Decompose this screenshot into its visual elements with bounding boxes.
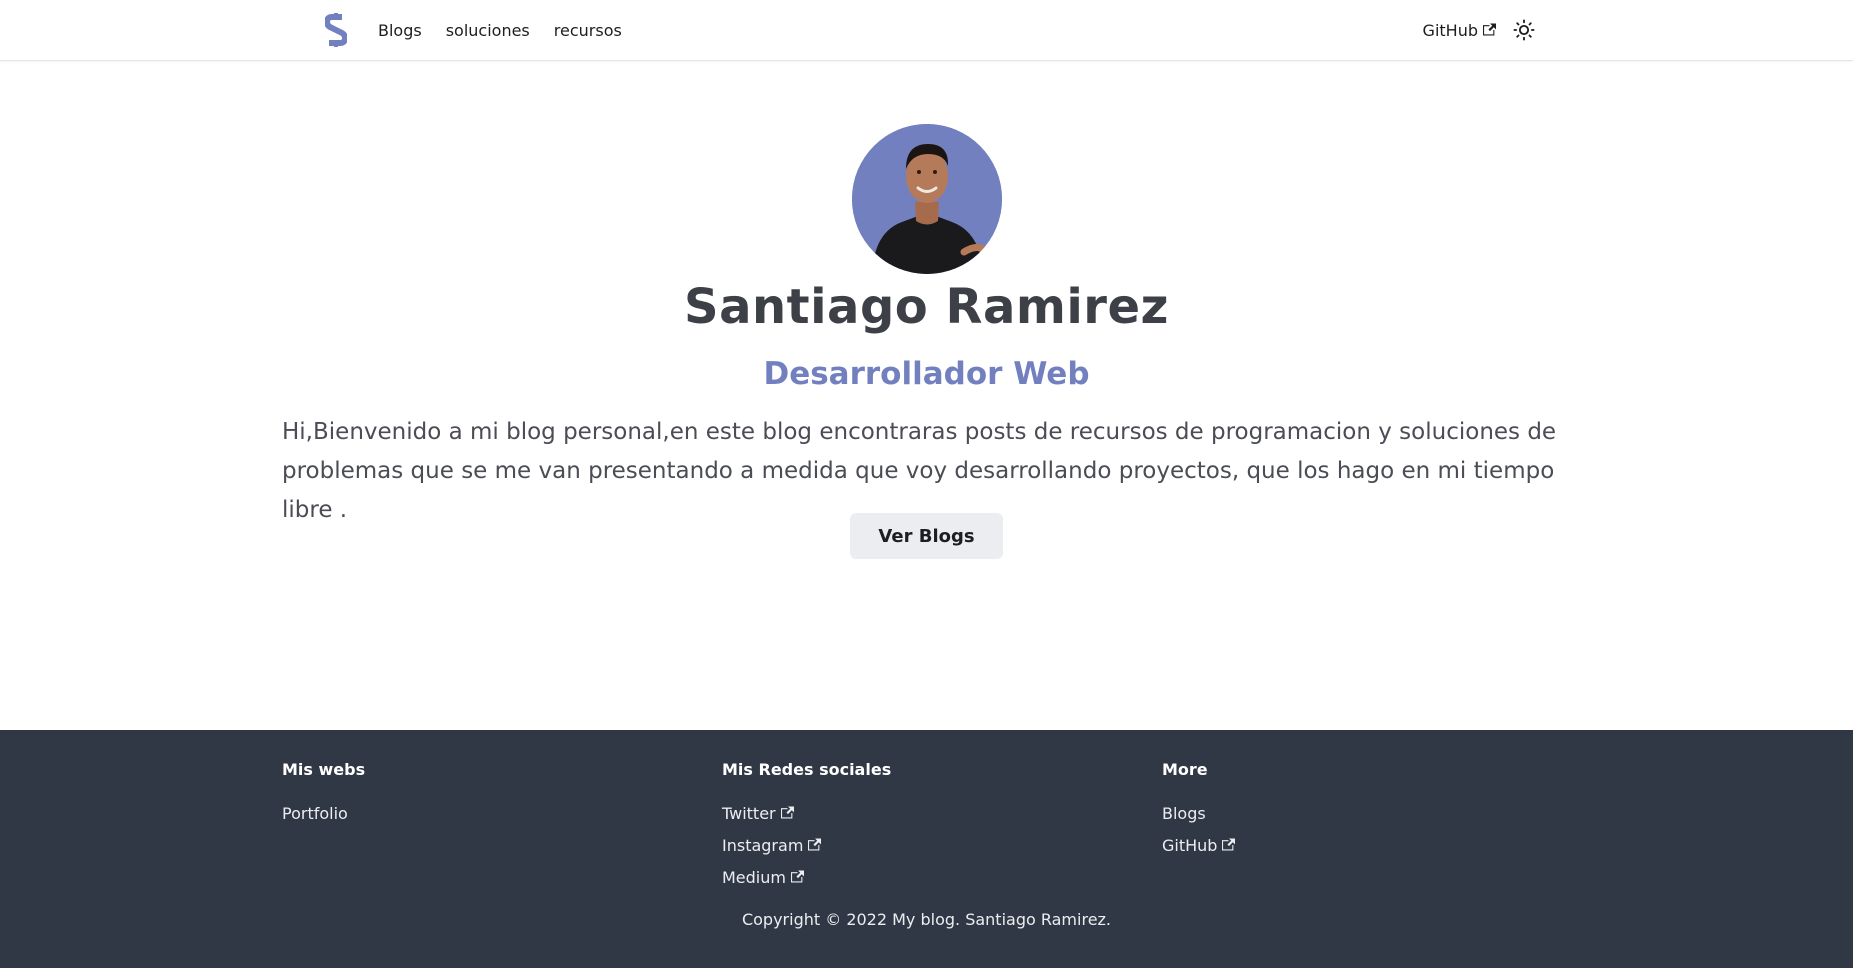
footer: Mis webs Portfolio Mis Redes sociales Tw… <box>0 730 1853 968</box>
hero-subtitle: Desarrollador Web <box>763 356 1090 392</box>
external-link-icon <box>808 836 822 855</box>
footer-column-more: More Blogs GitHub <box>1162 760 1236 861</box>
footer-column-mis-webs: Mis webs Portfolio <box>282 760 365 829</box>
footer-link-label: Instagram <box>722 835 804 855</box>
footer-link-label: Medium <box>722 867 786 887</box>
footer-link-label: Twitter <box>722 803 776 823</box>
footer-column-title: Mis Redes sociales <box>722 760 892 779</box>
external-link-icon <box>790 868 804 887</box>
footer-link-blogs[interactable]: Blogs <box>1162 797 1235 829</box>
sun-icon[interactable] <box>1508 14 1540 46</box>
s-logo-icon[interactable] <box>320 12 352 48</box>
navbar: Blogs soluciones recursos GitHub <box>0 0 1853 61</box>
navbar-right: GitHub <box>1423 14 1540 46</box>
nav-link-recursos[interactable]: recursos <box>554 21 622 40</box>
external-link-icon <box>1483 21 1496 40</box>
hero-title: Santiago Ramirez <box>684 279 1169 335</box>
footer-link-github[interactable]: GitHub <box>1162 829 1236 861</box>
footer-column-title: Mis webs <box>282 760 366 779</box>
external-link-icon <box>780 804 794 823</box>
nav-link-blogs[interactable]: Blogs <box>378 21 422 40</box>
footer-column-title: More <box>1162 760 1208 779</box>
footer-link-label: Blogs <box>1162 803 1206 823</box>
footer-link-portfolio[interactable]: Portfolio <box>282 797 365 829</box>
external-link-icon <box>1222 836 1236 855</box>
footer-link-twitter[interactable]: Twitter <box>722 797 891 829</box>
footer-link-instagram[interactable]: Instagram <box>722 829 891 861</box>
ver-blogs-button[interactable]: Ver Blogs <box>850 513 1003 559</box>
avatar <box>852 124 1002 274</box>
github-link-label: GitHub <box>1422 20 1478 40</box>
footer-link-label: GitHub <box>1162 835 1218 855</box>
footer-column-redes-sociales: Mis Redes sociales Twitter Instagram Med… <box>722 760 891 893</box>
copyright-text: Copyright © 2022 My blog. Santiago Ramir… <box>741 910 1112 929</box>
footer-link-label: Portfolio <box>282 803 348 823</box>
navbar-inner: Blogs soluciones recursos GitHub <box>320 0 1540 60</box>
github-link[interactable]: GitHub <box>1423 21 1496 40</box>
nav-link-soluciones[interactable]: soluciones <box>446 21 530 40</box>
footer-link-medium[interactable]: Medium <box>722 861 891 893</box>
